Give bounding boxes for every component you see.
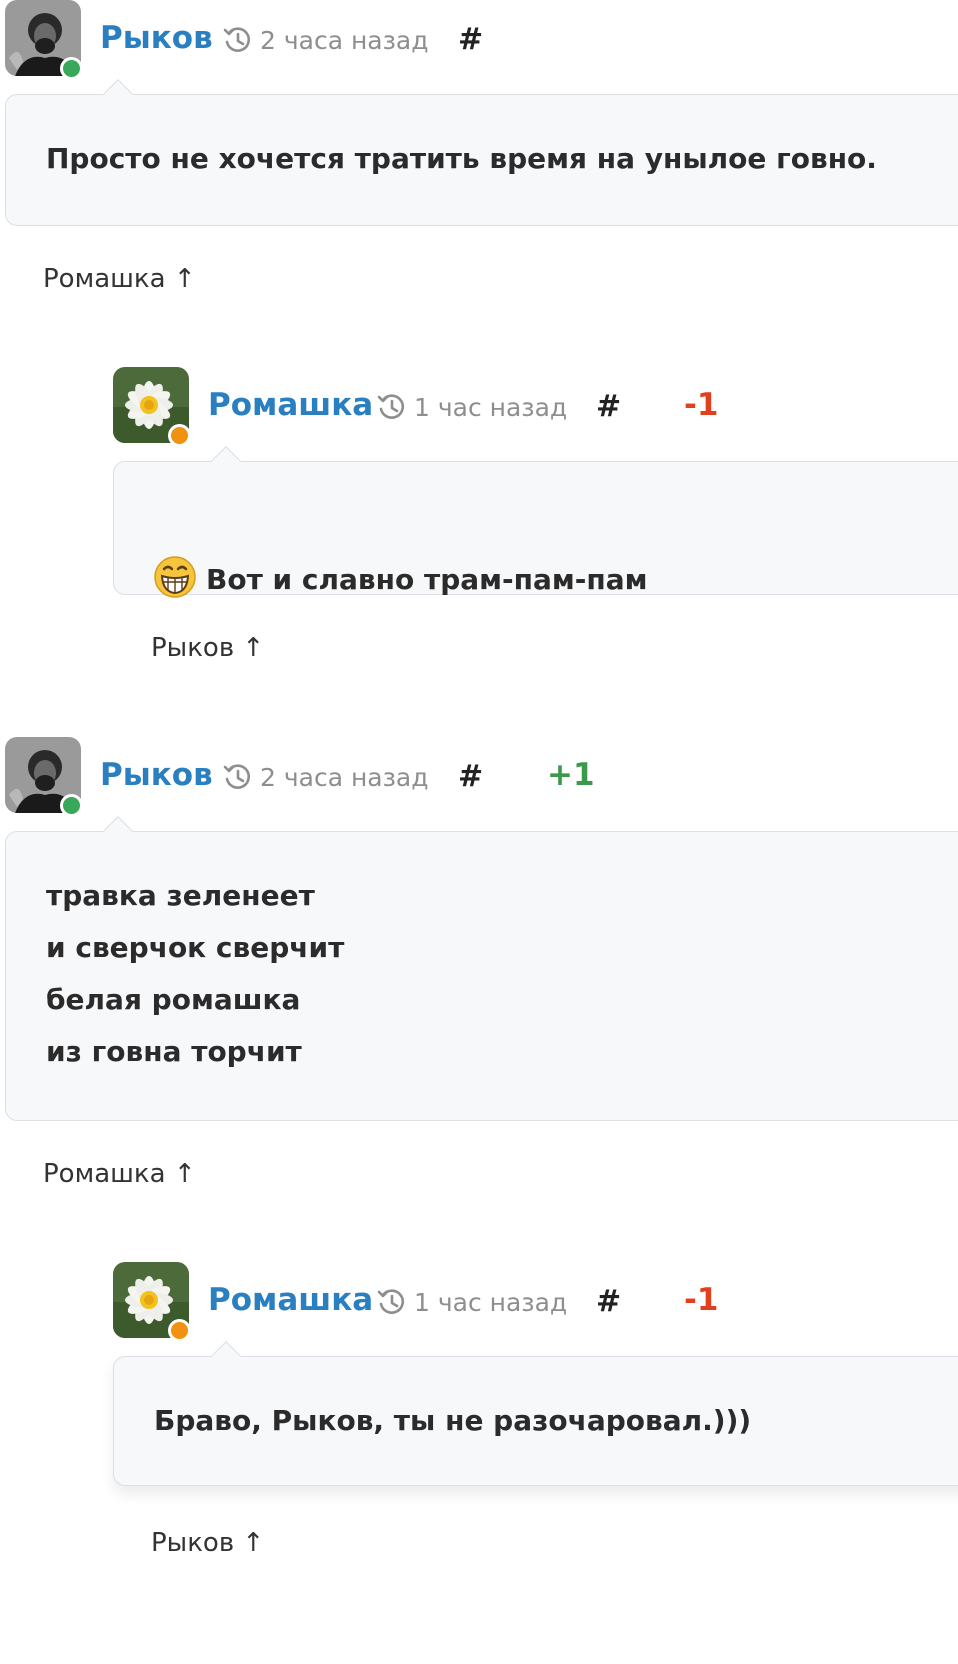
comment-text: Просто не хочется тратить время на уныло… <box>46 142 877 175</box>
comment-time: 1 час назад <box>414 392 568 422</box>
grinning-emoji-icon <box>154 556 196 598</box>
history-icon <box>223 764 251 789</box>
permalink[interactable]: # <box>596 1284 621 1319</box>
comment-header: Ромашка 1 час назад # -1 <box>110 367 958 457</box>
comment-text: травка зеленеет и сверчок сверчит белая … <box>46 879 345 1068</box>
comments-thread: Рыков 2 часа назад # Просто не хочется т… <box>0 0 958 1664</box>
comment: Ромашка 1 час назад # -1 Вот и славно тр… <box>110 367 958 663</box>
comment-text-content: Вот и славно трам-пам-пам <box>206 563 648 596</box>
comment-meta: 2 часа назад <box>222 25 429 55</box>
permalink[interactable]: # <box>596 389 621 424</box>
permalink[interactable]: # <box>458 759 483 794</box>
permalink[interactable]: # <box>458 22 483 57</box>
comment-body: Браво, Рыков, ты не разочаровал.))) <box>113 1356 958 1486</box>
comment-time: 1 час назад <box>414 1287 568 1317</box>
away-status-dot <box>168 1319 191 1342</box>
author-link[interactable]: Ромашка <box>208 1282 373 1318</box>
online-status-dot <box>60 794 83 817</box>
bubble-arrow <box>102 78 134 95</box>
history-icon <box>377 394 405 419</box>
comment-header: Рыков 2 часа назад # +1 <box>0 737 958 827</box>
avatar[interactable] <box>113 367 191 447</box>
comment-rating: +1 <box>547 757 595 793</box>
online-status-dot <box>60 57 83 80</box>
avatar[interactable] <box>113 1262 191 1342</box>
comment-text: Вот и славно трам-пам-пам <box>154 462 958 606</box>
parent-reply-link[interactable]: Рыков ↑ <box>151 633 264 663</box>
comment-text: Браво, Рыков, ты не разочаровал.))) <box>154 1404 752 1437</box>
bubble-arrow <box>102 815 134 832</box>
history-icon <box>377 1289 405 1314</box>
parent-reply-link[interactable]: Ромашка ↑ <box>43 264 196 294</box>
comment-time: 2 часа назад <box>260 25 429 55</box>
comment: Рыков 2 часа назад # Просто не хочется т… <box>0 0 958 294</box>
comment-time: 2 часа назад <box>260 762 429 792</box>
avatar[interactable] <box>5 0 83 80</box>
comment-rating: -1 <box>684 387 719 423</box>
comment-header: Ромашка 1 час назад # -1 <box>110 1262 958 1352</box>
author-link[interactable]: Ромашка <box>208 387 373 423</box>
comment: Рыков 2 часа назад # +1 травка зеленеет … <box>0 737 958 1189</box>
bubble-arrow <box>210 1340 242 1357</box>
comment-meta: 2 часа назад <box>222 762 429 792</box>
comment-header: Рыков 2 часа назад # <box>0 0 958 90</box>
comment-meta: 1 час назад <box>376 1287 567 1317</box>
comment-meta: 1 час назад <box>376 392 567 422</box>
avatar[interactable] <box>5 737 83 817</box>
comment-rating: -1 <box>684 1282 719 1318</box>
history-icon <box>223 27 251 52</box>
comment-body: Просто не хочется тратить время на уныло… <box>5 94 958 226</box>
parent-reply-link[interactable]: Ромашка ↑ <box>43 1159 196 1189</box>
comment-body: травка зеленеет и сверчок сверчит белая … <box>5 831 958 1121</box>
bubble-arrow <box>210 445 242 462</box>
comment: Ромашка 1 час назад # -1 Браво, Рыков, т… <box>110 1262 958 1558</box>
comment-body: Вот и славно трам-пам-пам <box>113 461 958 598</box>
author-link[interactable]: Рыков <box>100 20 213 56</box>
author-link[interactable]: Рыков <box>100 757 213 793</box>
away-status-dot <box>168 424 191 447</box>
parent-reply-link[interactable]: Рыков ↑ <box>151 1528 264 1558</box>
